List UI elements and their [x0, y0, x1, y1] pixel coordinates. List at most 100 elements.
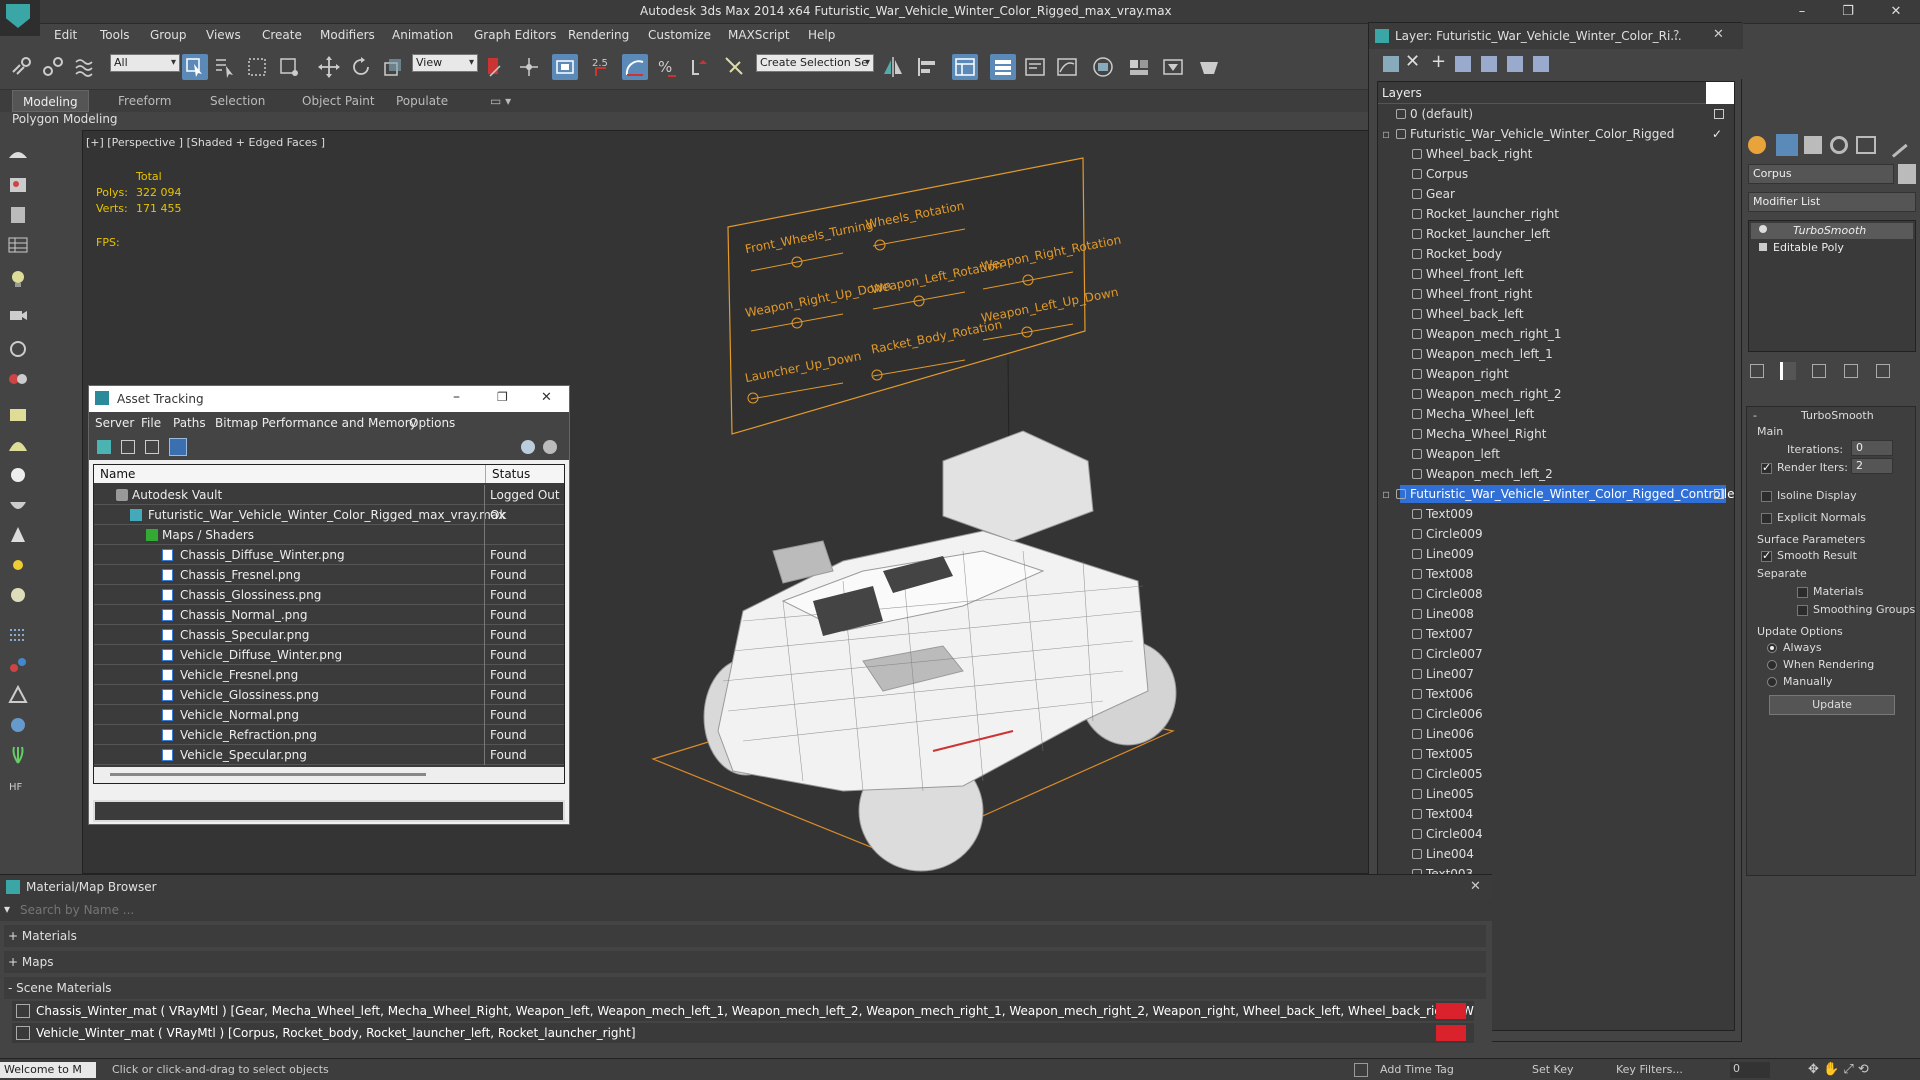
key-icon[interactable] [1354, 1063, 1368, 1077]
layer-item[interactable]: Text008 [1378, 564, 1734, 584]
hf-icon[interactable]: HF [6, 774, 30, 796]
make-unique-icon[interactable] [1812, 364, 1826, 378]
material-item[interactable]: Chassis_Winter_mat ( VRayMtl ) [Gear, Me… [12, 1001, 1474, 1021]
layer-item[interactable]: Text009 [1378, 504, 1734, 524]
set-key-button[interactable]: Set Key [1532, 1063, 1574, 1076]
layer-item[interactable]: Wheel_front_right [1378, 284, 1734, 304]
show-end-result-icon[interactable] [1780, 362, 1796, 380]
move-icon[interactable] [316, 54, 342, 80]
layer-explorer-icon[interactable] [990, 54, 1016, 80]
layer-item[interactable]: Line006 [1378, 724, 1734, 744]
menu-customize[interactable]: Customize [648, 28, 711, 42]
smooth-result-checkbox[interactable] [1761, 549, 1772, 562]
layer-item[interactable]: Line007 [1378, 664, 1734, 684]
expand-icon[interactable] [1759, 243, 1767, 251]
angle-snap-icon[interactable] [622, 54, 648, 80]
render-iters-spinner[interactable]: 2 [1851, 458, 1893, 474]
list-view-icon[interactable] [121, 440, 135, 454]
table-row[interactable]: Vehicle_Diffuse_Winter.png Found [94, 645, 564, 665]
asset-minimize-button[interactable]: – [453, 389, 460, 405]
layer-item[interactable]: Circle008 [1378, 584, 1734, 604]
reference-coord-dropdown[interactable]: View [412, 54, 478, 72]
app-logo-icon[interactable] [0, 0, 40, 36]
lights-icon[interactable] [6, 268, 30, 290]
disc-icon[interactable] [6, 584, 30, 606]
viewport-layout-icon[interactable] [6, 144, 30, 166]
layer-item[interactable]: Circle009 [1378, 524, 1734, 544]
layer-item[interactable]: Weapon_mech_left_1 [1378, 344, 1734, 364]
close-button[interactable]: ✕ [1878, 2, 1914, 22]
tab-object-paint[interactable]: Object Paint [292, 90, 385, 112]
align-icon[interactable] [914, 54, 940, 80]
set-current-layer-icon[interactable] [1481, 56, 1497, 72]
select-by-name-icon[interactable] [212, 54, 238, 80]
column-header-name[interactable]: Name [94, 465, 486, 483]
menu-edit[interactable]: Edit [54, 28, 77, 42]
menu-animation[interactable]: Animation [392, 28, 453, 42]
menu-tools[interactable]: Tools [100, 28, 130, 42]
table-row[interactable]: Vehicle_Refraction.png Found [94, 725, 564, 745]
tab-selection[interactable]: Selection [200, 90, 275, 112]
layer-close-button[interactable]: ✕ [1713, 27, 1724, 42]
snap-toggle-icon[interactable]: 2.5 [590, 54, 616, 80]
asset-tracking-title-bar[interactable]: Asset Tracking – ❐ ✕ [89, 386, 569, 412]
table-row[interactable]: Vehicle_Glossiness.png Found [94, 685, 564, 705]
search-options-icon[interactable]: ▾ [4, 902, 10, 916]
layer-item[interactable]: Rocket_launcher_left [1378, 224, 1734, 244]
rollout-collapse-icon[interactable]: - [1753, 409, 1757, 422]
menu-modifiers[interactable]: Modifiers [320, 28, 375, 42]
display-tab-icon[interactable] [1856, 136, 1876, 154]
pivot-center-icon[interactable] [482, 54, 508, 80]
table-row[interactable]: Maps / Shaders [94, 525, 564, 545]
scrollbar-thumb[interactable] [110, 773, 426, 776]
layer-item[interactable]: Wheel_back_left [1378, 304, 1734, 324]
hide-layer-icon[interactable] [1533, 56, 1549, 72]
sun-icon[interactable] [6, 554, 30, 576]
layer-item[interactable]: Line009 [1378, 544, 1734, 564]
layer-item[interactable]: Wheel_back_right [1378, 144, 1734, 164]
tab-freeform[interactable]: Freeform [108, 90, 181, 112]
table-row[interactable]: Chassis_Glossiness.png Found [94, 585, 564, 605]
smoothing-groups-checkbox[interactable] [1797, 605, 1808, 616]
list-panel-icon[interactable] [6, 204, 30, 226]
menu-graph-editors[interactable]: Graph Editors [474, 28, 556, 42]
asset-close-button[interactable]: ✕ [541, 390, 552, 405]
curve-editor-icon[interactable] [1054, 54, 1080, 80]
key-filters-button[interactable]: Key Filters... [1616, 1063, 1683, 1076]
isoline-display-checkbox[interactable] [1761, 491, 1772, 502]
help-icon[interactable] [521, 440, 535, 454]
layer-item[interactable]: Circle005 [1378, 764, 1734, 784]
iterations-spinner[interactable]: 0 [1851, 440, 1893, 456]
layer-item[interactable]: Gear [1378, 184, 1734, 204]
layer-item[interactable]: Line005 [1378, 784, 1734, 804]
layer-item[interactable]: Weapon_right [1378, 364, 1734, 384]
sphere-icon[interactable] [6, 464, 30, 486]
edit-named-selection-icon[interactable] [722, 54, 748, 80]
add-time-tag-button[interactable]: Add Time Tag [1380, 1063, 1454, 1076]
asset-menu-paths[interactable]: Paths [173, 416, 206, 430]
biped-icon[interactable] [6, 684, 30, 706]
layers-column-header[interactable]: Layers [1378, 82, 1734, 104]
layer-item[interactable]: Circle006 [1378, 704, 1734, 724]
modify-tab-icon[interactable] [1776, 134, 1798, 156]
link-icon[interactable] [8, 54, 34, 80]
globe-icon[interactable] [6, 714, 30, 736]
highlight-layer-icon[interactable] [1507, 56, 1523, 72]
always-radio[interactable] [1767, 643, 1777, 653]
remove-modifier-icon[interactable] [1844, 364, 1858, 378]
modifier-list-dropdown[interactable]: Modifier List [1748, 192, 1916, 212]
thumbnail-view-icon[interactable] [145, 440, 159, 454]
named-selection-sets-dropdown[interactable]: Create Selection Se [756, 54, 874, 72]
layer-help-button[interactable]: ? [1673, 28, 1679, 42]
layer-item[interactable]: Weapon_mech_right_1 [1378, 324, 1734, 344]
maxscript-listener-field[interactable]: Welcome to M [0, 1062, 96, 1078]
camera-icon[interactable] [6, 304, 30, 326]
rollout-title[interactable]: TurboSmooth [1801, 409, 1874, 422]
asset-menu-options[interactable]: Options [409, 416, 455, 430]
layer-item[interactable]: Circle004 [1378, 824, 1734, 844]
cone-icon[interactable] [6, 524, 30, 546]
material-browser-title-bar[interactable]: Material/Map Browser ✕ [0, 875, 1492, 899]
layer-item[interactable]: Text007 [1378, 624, 1734, 644]
manually-radio[interactable] [1767, 677, 1777, 687]
asset-path-input[interactable] [93, 800, 565, 822]
